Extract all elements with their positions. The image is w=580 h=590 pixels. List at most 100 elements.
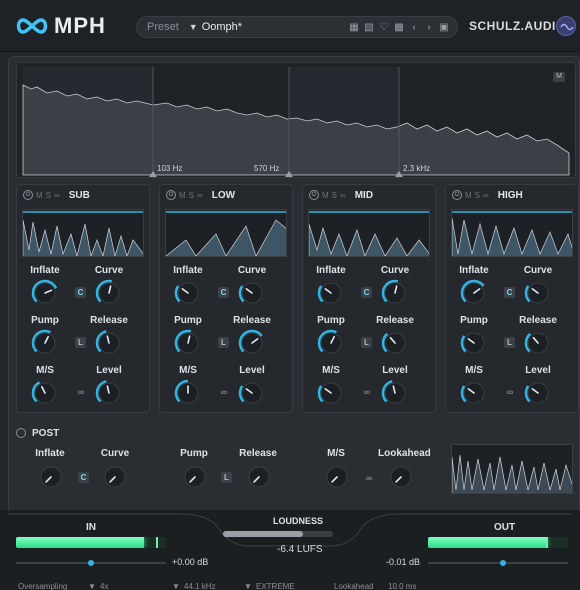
band-pump-knob[interactable] — [459, 328, 489, 358]
post-release-knob[interactable] — [244, 462, 274, 492]
band-pump-knob[interactable] — [30, 328, 60, 358]
pump-l-button[interactable]: L — [361, 337, 372, 348]
band-release-label: Release — [90, 315, 128, 326]
chevron-down-icon[interactable]: ▼ — [88, 582, 96, 590]
out-gain-slider[interactable] — [428, 560, 568, 566]
band-ms-knob[interactable] — [30, 378, 60, 408]
brand-wave-icon[interactable] — [556, 16, 576, 36]
band-level-knob[interactable] — [380, 378, 410, 408]
save-icon[interactable]: ▩ — [394, 22, 404, 33]
paste-icon[interactable]: ▧ — [364, 22, 374, 33]
band-release-knob[interactable] — [237, 328, 267, 358]
band-pump-label: Pump — [31, 315, 59, 326]
in-gain-handle[interactable] — [88, 560, 94, 566]
band-curve-knob[interactable] — [523, 278, 553, 308]
post-pump-knob[interactable] — [180, 462, 210, 492]
chevron-down-icon[interactable]: ▼ — [172, 582, 180, 590]
inflate-c-button[interactable]: C — [504, 287, 515, 298]
prev-preset-icon[interactable]: ‹ — [409, 22, 419, 33]
band-name: LOW — [211, 189, 236, 201]
inflate-c-button[interactable]: C — [361, 287, 372, 298]
band-ms-knob[interactable] — [173, 378, 203, 408]
brand-name[interactable]: SCHULZ.AUDIO — [469, 19, 566, 33]
ms-link-icon[interactable]: ∞ — [218, 387, 230, 397]
band-release-label: Release — [233, 315, 271, 326]
band-inflate-knob[interactable] — [30, 278, 60, 308]
sample-rate-value[interactable]: 44.1 kHz — [184, 582, 216, 590]
band-inflate-knob[interactable] — [316, 278, 346, 308]
band-pump-knob[interactable] — [316, 328, 346, 358]
post-link-icon[interactable]: ∞ — [363, 473, 375, 483]
loudness-meter-fill — [223, 531, 303, 537]
link-icon[interactable]: ∞ — [197, 191, 203, 200]
band-ms-label: M/S — [179, 365, 197, 376]
band-level-knob[interactable] — [523, 378, 553, 408]
band-release-knob[interactable] — [94, 328, 124, 358]
ms-link-icon[interactable]: ∞ — [75, 387, 87, 397]
post-lookahead-knob[interactable] — [386, 462, 416, 492]
out-gain-handle[interactable] — [500, 560, 506, 566]
folder-icon[interactable]: ▣ — [439, 22, 449, 33]
power-icon[interactable]: ⏻ — [309, 190, 319, 200]
power-icon[interactable]: ⏻ — [452, 190, 462, 200]
mute-button[interactable]: M — [465, 191, 472, 200]
pump-l-button[interactable]: L — [75, 337, 86, 348]
next-preset-icon[interactable]: › — [424, 22, 434, 33]
band-level-knob[interactable] — [237, 378, 267, 408]
mode-value[interactable]: EXTREME — [256, 582, 295, 590]
band-curve-knob[interactable] — [94, 278, 124, 308]
power-icon[interactable] — [16, 428, 26, 438]
out-meter-peak — [546, 537, 548, 548]
lookahead-status-label: Lookahead — [334, 582, 374, 590]
band-release-knob[interactable] — [380, 328, 410, 358]
band-pump-knob[interactable] — [173, 328, 203, 358]
mute-button[interactable]: M — [322, 191, 329, 200]
link-icon[interactable]: ∞ — [340, 191, 346, 200]
in-gain-slider[interactable] — [16, 560, 166, 566]
ms-link-icon[interactable]: ∞ — [361, 387, 373, 397]
pump-l-button[interactable]: L — [504, 337, 515, 348]
band-release-knob[interactable] — [523, 328, 553, 358]
heart-icon[interactable]: ♡ — [379, 22, 389, 33]
power-icon[interactable]: ⏻ — [23, 190, 33, 200]
post-pump-l-button[interactable]: L — [221, 472, 232, 483]
band-ms-knob[interactable] — [459, 378, 489, 408]
post-inflate-c-button[interactable]: C — [78, 472, 89, 483]
lookahead-status-value[interactable]: 10.0 ms — [388, 582, 416, 590]
band-inflate-knob[interactable] — [173, 278, 203, 308]
inflate-c-button[interactable]: C — [218, 287, 229, 298]
oversampling-value[interactable]: 4x — [100, 582, 108, 590]
band-ms-label: M/S — [36, 365, 54, 376]
spectrum-analyzer[interactable]: 103 Hz 570 Hz 2.3 kHz M — [16, 62, 576, 178]
link-icon[interactable]: ∞ — [54, 191, 60, 200]
solo-button[interactable]: S — [189, 191, 194, 200]
link-icon[interactable]: ∞ — [483, 191, 489, 200]
solo-button[interactable]: S — [332, 191, 337, 200]
band-ms-knob[interactable] — [316, 378, 346, 408]
preset-name[interactable]: Oomph* — [202, 21, 242, 33]
chevron-down-icon[interactable]: ▼ — [189, 22, 198, 32]
band-inflate-knob[interactable] — [459, 278, 489, 308]
band-waveform — [451, 209, 573, 257]
chevron-down-icon[interactable]: ▼ — [244, 582, 252, 590]
band-level-knob[interactable] — [94, 378, 124, 408]
preset-selector[interactable]: Preset ▼ Oomph* ▦ ▧ ♡ ▩ ‹ › ▣ — [136, 16, 458, 38]
post-curve-knob[interactable] — [100, 462, 130, 492]
solo-button[interactable]: S — [475, 191, 480, 200]
m-toggle-button[interactable]: M — [553, 72, 565, 82]
mute-button[interactable]: M — [36, 191, 43, 200]
in-gain-value[interactable]: +0.00 dB — [172, 557, 208, 567]
solo-button[interactable]: S — [46, 191, 51, 200]
pump-l-button[interactable]: L — [218, 337, 229, 348]
post-inflate-knob[interactable] — [36, 462, 66, 492]
power-icon[interactable]: ⏻ — [166, 190, 176, 200]
copy-icon[interactable]: ▦ — [349, 22, 359, 33]
band-curve-knob[interactable] — [237, 278, 267, 308]
out-gain-value[interactable]: -0.01 dB — [386, 557, 420, 567]
inflate-c-button[interactable]: C — [75, 287, 86, 298]
post-ms-knob[interactable] — [322, 462, 352, 492]
band-level-label: Level — [525, 365, 551, 376]
ms-link-icon[interactable]: ∞ — [504, 387, 516, 397]
mute-button[interactable]: M — [179, 191, 186, 200]
band-curve-knob[interactable] — [380, 278, 410, 308]
